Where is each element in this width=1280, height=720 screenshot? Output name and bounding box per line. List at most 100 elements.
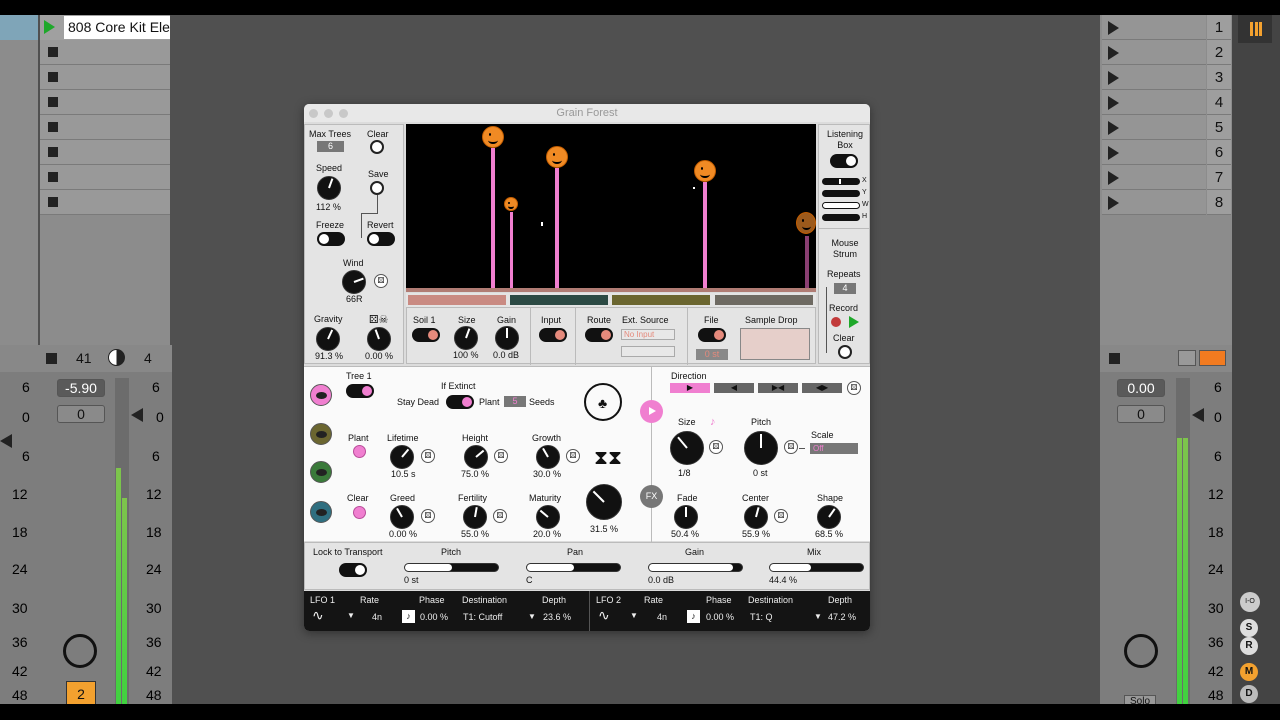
dice-skull-icon[interactable]: ⚄☠ <box>369 313 388 326</box>
scene-number[interactable]: 6 <box>1207 140 1231 165</box>
lfo2-phase-value[interactable]: 0.00 % <box>706 612 734 622</box>
soil-bar-3[interactable] <box>612 295 710 305</box>
direction-pingpong-button[interactable]: ▶◀ <box>758 383 798 393</box>
soil-toggle[interactable] <box>412 328 440 342</box>
listening-box-toggle[interactable] <box>830 154 858 168</box>
dna-knob[interactable] <box>586 484 622 520</box>
direction-random-icon[interactable]: ⚄ <box>847 381 861 395</box>
gravity-knob[interactable] <box>316 327 340 351</box>
soil-size-knob[interactable] <box>454 326 478 350</box>
grain-pitch-knob[interactable] <box>744 431 778 465</box>
file-toggle[interactable] <box>698 328 726 342</box>
strum-clear-button[interactable] <box>838 345 852 359</box>
if-extinct-toggle[interactable] <box>446 395 474 409</box>
fertility-random-icon[interactable]: ⚄ <box>493 509 507 523</box>
sprout-icon[interactable]: ♣ <box>584 383 622 421</box>
growth-knob[interactable] <box>536 445 560 469</box>
play-recording-icon[interactable] <box>849 316 859 328</box>
stopwatch-icon[interactable] <box>63 634 97 668</box>
output-pitch-slider[interactable] <box>404 563 499 572</box>
arm-track-number[interactable]: 2 <box>66 681 96 705</box>
stop-icon[interactable] <box>48 197 58 207</box>
sends-toggle[interactable]: S <box>1240 619 1258 637</box>
soil-bar-4[interactable] <box>715 295 813 305</box>
input-toggle[interactable] <box>539 328 567 342</box>
scene-launch-icon[interactable] <box>1108 71 1119 85</box>
master-pan-value[interactable]: 0 <box>1117 405 1165 423</box>
max-trees-value[interactable]: 6 <box>317 141 344 152</box>
dna-icon[interactable]: ⧗⧗ <box>594 447 622 470</box>
greed-random-icon[interactable]: ⚄ <box>421 509 435 523</box>
lfo2-sine-icon[interactable]: ∿ <box>598 607 610 624</box>
seed-2-button[interactable] <box>310 423 332 445</box>
wind-random-icon[interactable]: ⚄ <box>374 274 388 288</box>
stop-icon[interactable] <box>48 122 58 132</box>
fade-knob[interactable] <box>674 505 698 529</box>
stop-all-icon[interactable] <box>46 353 57 364</box>
lifetime-knob[interactable] <box>390 445 414 469</box>
scene-number[interactable]: 2 <box>1207 40 1231 65</box>
lifetime-random-icon[interactable]: ⚄ <box>421 449 435 463</box>
grain-size-random-icon[interactable]: ⚄ <box>709 440 723 454</box>
save-button[interactable] <box>370 181 384 195</box>
tree-toggle[interactable] <box>346 384 374 398</box>
close-window-icon[interactable] <box>309 109 318 118</box>
lfo2-wave-dropdown-icon[interactable]: ▼ <box>630 611 638 620</box>
route-toggle[interactable] <box>585 328 613 342</box>
listening-w-slider[interactable] <box>822 202 860 209</box>
returns-toggle[interactable]: R <box>1240 637 1258 655</box>
scene-launch-icon[interactable] <box>1108 171 1119 185</box>
io-toggle[interactable]: I-O <box>1240 592 1260 612</box>
listening-y-slider[interactable] <box>822 190 860 197</box>
greed-knob[interactable] <box>390 505 414 529</box>
stop-all-clips-icon[interactable] <box>1109 353 1120 364</box>
crossfade-icon[interactable] <box>1178 350 1196 366</box>
seed-1-button[interactable] <box>310 384 332 406</box>
scene-number[interactable]: 1 <box>1207 15 1231 40</box>
delay-toggle[interactable]: D <box>1240 685 1258 703</box>
fertility-knob[interactable] <box>463 505 487 529</box>
center-knob[interactable] <box>744 505 768 529</box>
lfo2-sync-icon[interactable]: ♪ <box>687 610 700 623</box>
scene-number[interactable]: 7 <box>1207 165 1231 190</box>
master-stopwatch-icon[interactable] <box>1124 634 1158 668</box>
listening-x-slider[interactable] <box>822 178 860 185</box>
stop-icon[interactable] <box>48 147 58 157</box>
tree-smiley-icon[interactable] <box>694 160 716 182</box>
grain-pitch-random-icon[interactable]: ⚄ <box>784 440 798 454</box>
forest-canvas[interactable] <box>406 124 816 292</box>
tree-smiley-icon[interactable] <box>482 126 504 148</box>
scene-number[interactable]: 5 <box>1207 115 1231 140</box>
seed-3-button[interactable] <box>310 461 332 483</box>
lfo1-destination-dropdown-icon[interactable]: ▼ <box>528 612 536 621</box>
lock-to-transport-toggle[interactable] <box>339 563 367 577</box>
file-transpose-value[interactable]: 0 st <box>696 349 728 360</box>
speed-knob[interactable] <box>317 176 341 200</box>
seeds-value[interactable]: 5 <box>504 396 526 407</box>
freeze-toggle[interactable] <box>317 232 345 246</box>
sample-drop-zone[interactable] <box>740 328 810 360</box>
scene-number[interactable]: 8 <box>1207 190 1231 215</box>
ext-source-channel-dropdown[interactable] <box>621 346 675 357</box>
lfo2-depth-value[interactable]: 47.2 % <box>828 612 856 622</box>
stop-icon[interactable] <box>48 172 58 182</box>
tree-smiley-icon[interactable] <box>504 197 518 211</box>
minimize-window-icon[interactable] <box>324 109 333 118</box>
direction-forward-button[interactable]: ▶ <box>670 383 710 393</box>
note-icon[interactable]: ♪ <box>710 416 716 428</box>
growth-random-icon[interactable]: ⚄ <box>566 449 580 463</box>
scene-launch-icon[interactable] <box>1108 196 1119 210</box>
height-knob[interactable] <box>464 445 488 469</box>
clear-tree-button[interactable] <box>353 506 366 519</box>
lfo2-destination-dropdown-icon[interactable]: ▼ <box>814 612 822 621</box>
record-icon[interactable] <box>831 317 841 327</box>
scene-launch-icon[interactable] <box>1108 96 1119 110</box>
zoom-window-icon[interactable] <box>339 109 348 118</box>
stop-icon[interactable] <box>48 72 58 82</box>
scale-dropdown[interactable]: Off <box>810 443 858 454</box>
height-random-icon[interactable]: ⚄ <box>494 449 508 463</box>
left-track-clip[interactable] <box>0 15 38 40</box>
seed-4-button[interactable] <box>310 501 332 523</box>
soil-gain-knob[interactable] <box>495 326 519 350</box>
master-volume[interactable]: 0.00 <box>1117 379 1165 397</box>
